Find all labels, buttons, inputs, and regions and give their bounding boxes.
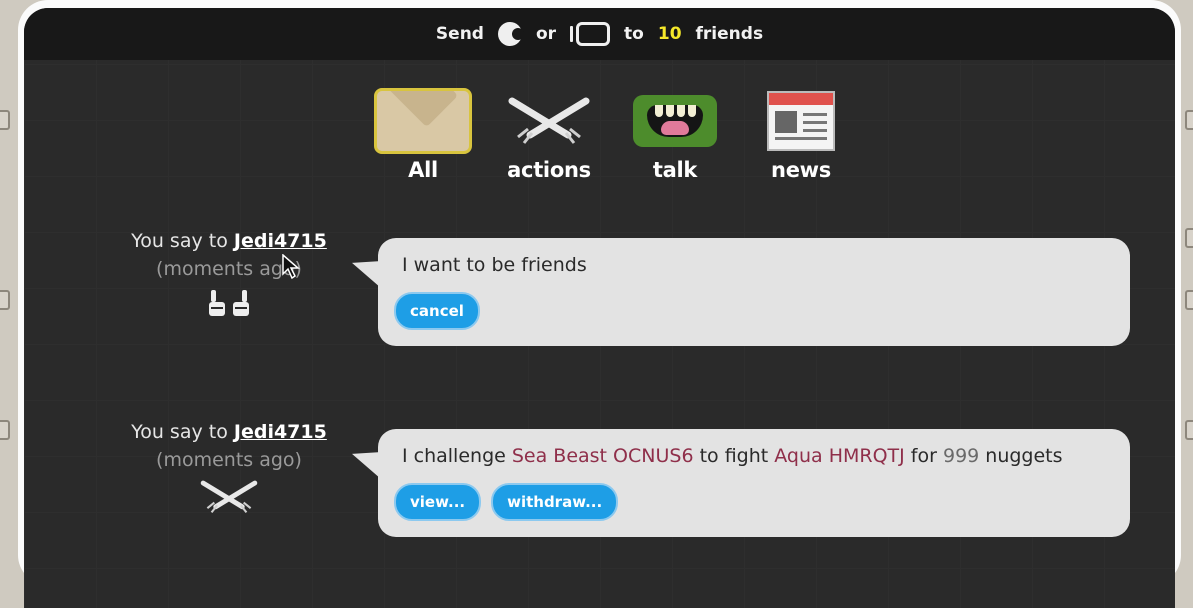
sender-prefix: You say to: [131, 421, 228, 443]
wall-notch: [1185, 228, 1193, 248]
cancel-button[interactable]: cancel: [394, 292, 480, 330]
text-part: nuggets: [979, 445, 1063, 467]
wall-notch: [0, 110, 10, 130]
message-text: I challenge Sea Beast OCNUS6 to fight Aq…: [402, 445, 1106, 467]
or-label: or: [535, 24, 557, 44]
friends-label: friends: [695, 24, 764, 44]
sender-name-link[interactable]: Jedi4715: [234, 230, 327, 252]
view-button[interactable]: view...: [394, 483, 482, 521]
message-time: (moments ago): [156, 258, 302, 280]
message-bubble: I challenge Sea Beast OCNUS6 to fight Aq…: [378, 429, 1130, 537]
message-time: (moments ago): [156, 449, 302, 471]
aqua-link[interactable]: Aqua HMRQTJ: [774, 445, 905, 467]
coin-icon: [497, 22, 524, 46]
wall-notch: [0, 290, 10, 310]
wall-notch: [1185, 290, 1193, 310]
friends-panel: Send or to 10 friends All actions talk n…: [24, 8, 1175, 608]
mouse-cursor-icon: [282, 254, 300, 280]
friend-count: 10: [657, 24, 682, 44]
envelope-icon: [374, 88, 472, 154]
message-sender: You say to Jedi4715 (moments ago): [124, 230, 334, 325]
text-part: to fight: [693, 445, 775, 467]
crossed-swords-icon: [200, 480, 258, 514]
message-sender: You say to Jedi4715 (moments ago): [124, 421, 334, 522]
sea-beast-link[interactable]: Sea Beast OCNUS6: [512, 445, 694, 467]
newspaper-icon: [767, 91, 835, 151]
sender-name-link[interactable]: Jedi4715: [234, 421, 327, 443]
tab-talk[interactable]: talk: [612, 90, 738, 200]
text-part: I challenge: [402, 445, 512, 467]
crossed-swords-icon: [508, 97, 590, 144]
to-label: to: [624, 24, 644, 44]
mouth-icon: [633, 95, 717, 147]
sender-prefix: You say to: [131, 230, 228, 252]
text-part: for: [904, 445, 943, 467]
wall-notch: [1185, 110, 1193, 130]
tab-news-label: news: [771, 158, 831, 182]
send-label: Send: [435, 24, 484, 44]
withdraw-button[interactable]: withdraw...: [491, 483, 619, 521]
screen-icon: [570, 22, 611, 46]
wall-notch: [1185, 420, 1193, 440]
nugget-amount: 999: [942, 445, 980, 467]
hands-icon: [209, 290, 249, 316]
send-header: Send or to 10 friends: [24, 8, 1175, 60]
tab-all-label: All: [408, 158, 438, 182]
tab-talk-label: talk: [652, 158, 698, 182]
tab-all[interactable]: All: [360, 88, 486, 200]
tab-actions[interactable]: actions: [486, 90, 612, 200]
message-bubble: I want to be friends cancel: [378, 238, 1130, 346]
tab-actions-label: actions: [507, 158, 591, 182]
message-text: I want to be friends: [402, 254, 587, 276]
tab-news[interactable]: news: [738, 90, 864, 200]
filter-tabs: All actions talk news: [360, 88, 864, 200]
wall-notch: [0, 420, 10, 440]
